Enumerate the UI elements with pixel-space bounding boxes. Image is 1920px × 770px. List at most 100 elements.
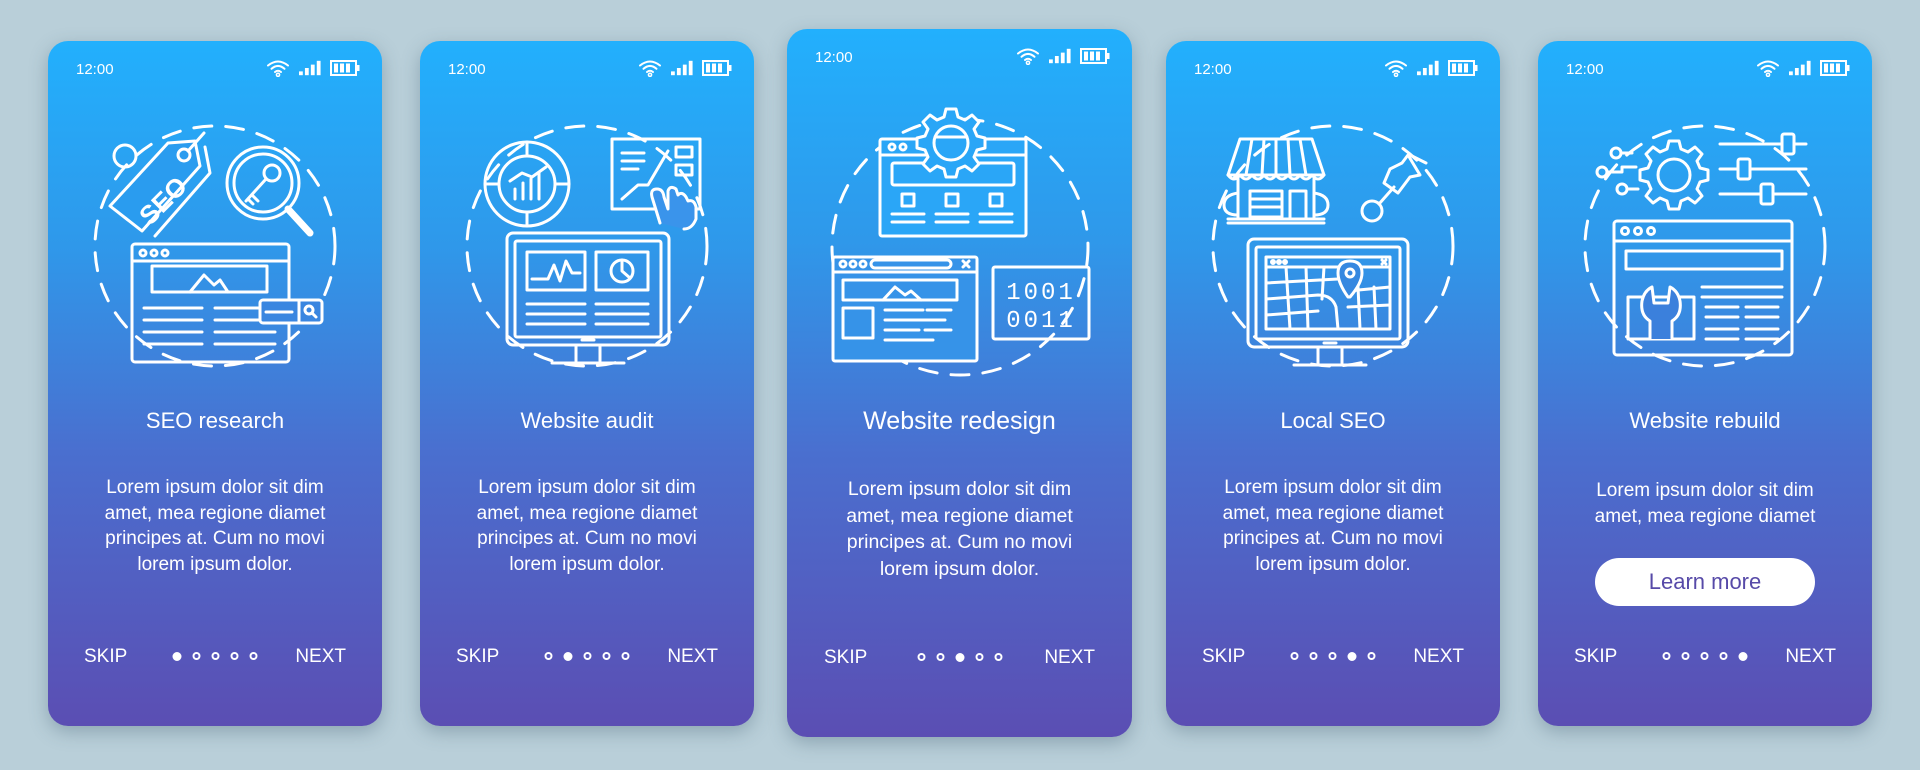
onboarding-footer: SKIP NEXT [1166,643,1500,673]
description-line: amet, mea regione diamet [1594,505,1816,527]
signal-icon [671,60,693,76]
next-button[interactable]: NEXT [295,646,346,668]
page-dot[interactable] [230,652,239,660]
page-dot[interactable] [994,653,1002,661]
svg-text:1001: 1001 [1006,280,1076,307]
page-indicator [544,652,630,661]
browser-layout-icon [831,255,978,363]
status-time: 12:00 [1194,61,1232,78]
page-dot[interactable] [249,652,258,660]
page-indicator [917,653,1002,662]
shop-icon [1222,137,1330,225]
signal-icon [1049,48,1071,64]
page-indicator [172,652,258,661]
description-line: principes at. Cum no movi [477,528,697,549]
page-dot[interactable] [211,652,220,660]
page-dot[interactable] [1719,652,1728,660]
next-button[interactable]: NEXT [1785,646,1836,668]
onboarding-footer: SKIP NEXT [787,644,1132,674]
battery-icon [1448,60,1478,76]
description-line: principes at. Cum no movi [105,528,325,549]
page-dot[interactable] [975,653,983,661]
monitor-map-icon [1246,237,1410,367]
learn-more-button[interactable]: Learn more [1595,558,1815,606]
card-title: SEO research [145,408,285,433]
battery-icon [330,60,360,76]
skip-button[interactable]: SKIP [1202,646,1245,668]
description-line: lorem ipsum dolor. [1255,553,1411,575]
next-button[interactable]: NEXT [1413,646,1464,668]
status-bar: 12:00 [1538,59,1872,81]
description-line: amet, mea regione diamet [476,502,698,524]
website-redesign-illustration: 1001 0011 [815,97,1105,387]
next-button[interactable]: NEXT [1044,647,1095,669]
description-line: lorem ipsum dolor. [509,553,665,575]
page-dot[interactable] [1681,652,1690,660]
status-time: 12:00 [1566,61,1604,78]
page-dot[interactable] [1290,652,1299,660]
next-button[interactable]: NEXT [667,646,718,668]
svg-text:0011: 0011 [1006,308,1076,335]
onboarding-footer: SKIP NEXT [48,643,382,673]
page-dot[interactable] [583,652,592,660]
status-time: 12:00 [448,61,486,78]
page-dot[interactable] [1309,652,1318,660]
page-dot-active[interactable] [1738,652,1748,661]
page-dot[interactable] [1662,652,1671,660]
signal-icon [1789,60,1811,76]
sliders-icon [1718,132,1808,206]
description-line: Lorem ipsum dolor sit dim [847,478,1072,500]
page-dot[interactable] [621,652,630,660]
skip-button[interactable]: SKIP [84,646,127,668]
onboarding-card-seo-research: 12:00 SEO SEO research Lorem ipsum dolor… [48,41,382,726]
card-title: Website redesign [863,407,1056,435]
description-line: lorem ipsum dolor. [879,557,1040,580]
card-description: Lorem ipsum dolor sit dim amet, mea regi… [1190,475,1476,577]
page-dot-active[interactable] [172,652,182,661]
skip-button[interactable]: SKIP [456,646,499,668]
description-line: amet, mea regione diamet [846,504,1073,527]
page-dot[interactable] [1367,652,1376,660]
page-dot[interactable] [917,653,925,661]
page-dot[interactable] [936,653,944,661]
onboarding-card-website-audit: 12:00 Website audit Lorem ipsum dolor si… [420,41,754,726]
card-description: Lorem ipsum dolor sit dim amet, mea regi… [1562,478,1848,529]
push-pin-icon [1360,153,1428,223]
battery-icon [1080,48,1110,64]
page-dot-active[interactable] [955,653,964,662]
description-line: amet, mea regione diamet [1222,502,1444,524]
card-title: Website audit [520,408,654,433]
battery-icon [1820,60,1850,76]
skip-button[interactable]: SKIP [1574,646,1617,668]
onboarding-card-website-redesign: 12:00 1001 0011 Website redesign Lorem i… [787,29,1132,737]
touch-chart-icon [610,137,702,231]
status-time: 12:00 [76,61,114,78]
seo-research-illustration: SEO [80,111,350,381]
description-line: principes at. Cum no movi [846,531,1073,553]
description-line: Lorem ipsum dolor sit dim [1224,477,1442,498]
description-line: principes at. Cum no movi [1223,528,1443,549]
browser-window-icon [130,242,324,364]
wifi-icon [266,59,290,77]
page-dot[interactable] [192,652,201,660]
status-bar: 12:00 [787,47,1132,69]
page-dot-active[interactable] [563,652,573,661]
wifi-icon [638,59,662,77]
onboarding-card-local-seo: 12:00 Local SEO Lorem ipsum dolor sit di… [1166,41,1500,726]
onboarding-footer: SKIP NEXT [1538,643,1872,673]
page-dot[interactable] [1328,652,1337,660]
card-description: Lorem ipsum dolor sit dim amet, mea regi… [811,476,1108,582]
page-dot[interactable] [544,652,553,660]
description-line: Lorem ipsum dolor sit dim [1596,480,1814,501]
binary-code-icon: 1001 0011 [991,265,1090,341]
skip-button[interactable]: SKIP [824,647,867,669]
page-dot[interactable] [602,652,611,660]
chart-donut-icon [483,140,571,228]
card-title: Local SEO [1280,408,1386,433]
description-line: amet, mea regione diamet [104,502,326,524]
page-dot-active[interactable] [1347,652,1357,661]
seo-tag-icon: SEO [108,131,212,238]
page-dot[interactable] [1700,652,1709,660]
signal-icon [299,60,321,76]
local-seo-illustration [1198,111,1468,381]
